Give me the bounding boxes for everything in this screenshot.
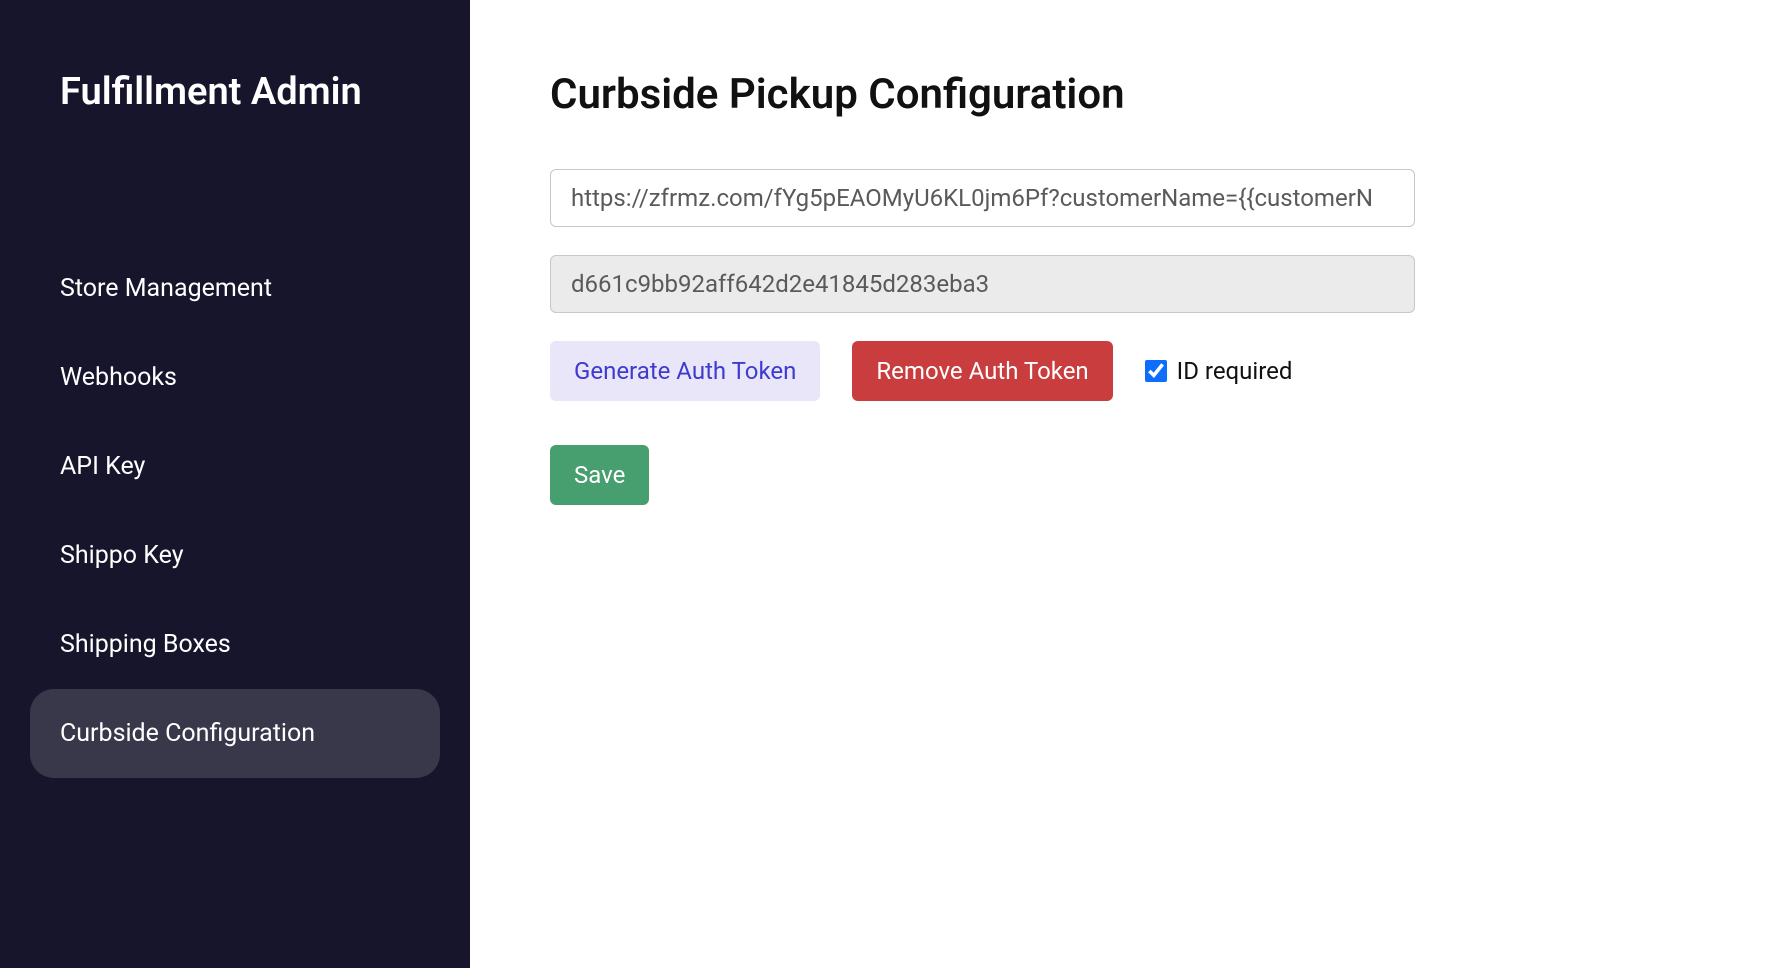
id-required-label: ID required	[1177, 357, 1293, 385]
token-row	[550, 255, 1688, 313]
generate-auth-token-button[interactable]: Generate Auth Token	[550, 341, 820, 401]
id-required-checkbox[interactable]	[1145, 360, 1167, 382]
sidebar-item-label: Curbside Configuration	[60, 719, 315, 748]
sidebar-title: Fulfillment Admin	[30, 70, 440, 114]
sidebar-item-label: Shippo Key	[60, 541, 184, 570]
sidebar-item-shippo-key[interactable]: Shippo Key	[30, 511, 440, 600]
sidebar-item-label: Webhooks	[60, 363, 177, 392]
sidebar: Fulfillment Admin Store Management Webho…	[0, 0, 470, 968]
sidebar-item-label: API Key	[60, 452, 145, 481]
sidebar-item-label: Shipping Boxes	[60, 630, 231, 659]
sidebar-nav: Store Management Webhooks API Key Shippo…	[30, 244, 440, 778]
sidebar-item-label: Store Management	[60, 274, 272, 303]
id-required-wrap[interactable]: ID required	[1145, 357, 1293, 385]
sidebar-item-store-management[interactable]: Store Management	[30, 244, 440, 333]
sidebar-item-curbside-configuration[interactable]: Curbside Configuration	[30, 689, 440, 778]
sidebar-item-shipping-boxes[interactable]: Shipping Boxes	[30, 600, 440, 689]
save-button[interactable]: Save	[550, 445, 649, 505]
remove-auth-token-button[interactable]: Remove Auth Token	[852, 341, 1112, 401]
auth-token-input[interactable]	[550, 255, 1415, 313]
sidebar-item-webhooks[interactable]: Webhooks	[30, 333, 440, 422]
page-title: Curbside Pickup Configuration	[550, 70, 1688, 119]
token-actions-row: Generate Auth Token Remove Auth Token ID…	[550, 341, 1688, 401]
sidebar-item-api-key[interactable]: API Key	[30, 422, 440, 511]
main-content: Curbside Pickup Configuration Generate A…	[470, 0, 1768, 968]
url-row	[550, 169, 1688, 227]
save-row: Save	[550, 445, 1688, 505]
curbside-url-input[interactable]	[550, 169, 1415, 227]
